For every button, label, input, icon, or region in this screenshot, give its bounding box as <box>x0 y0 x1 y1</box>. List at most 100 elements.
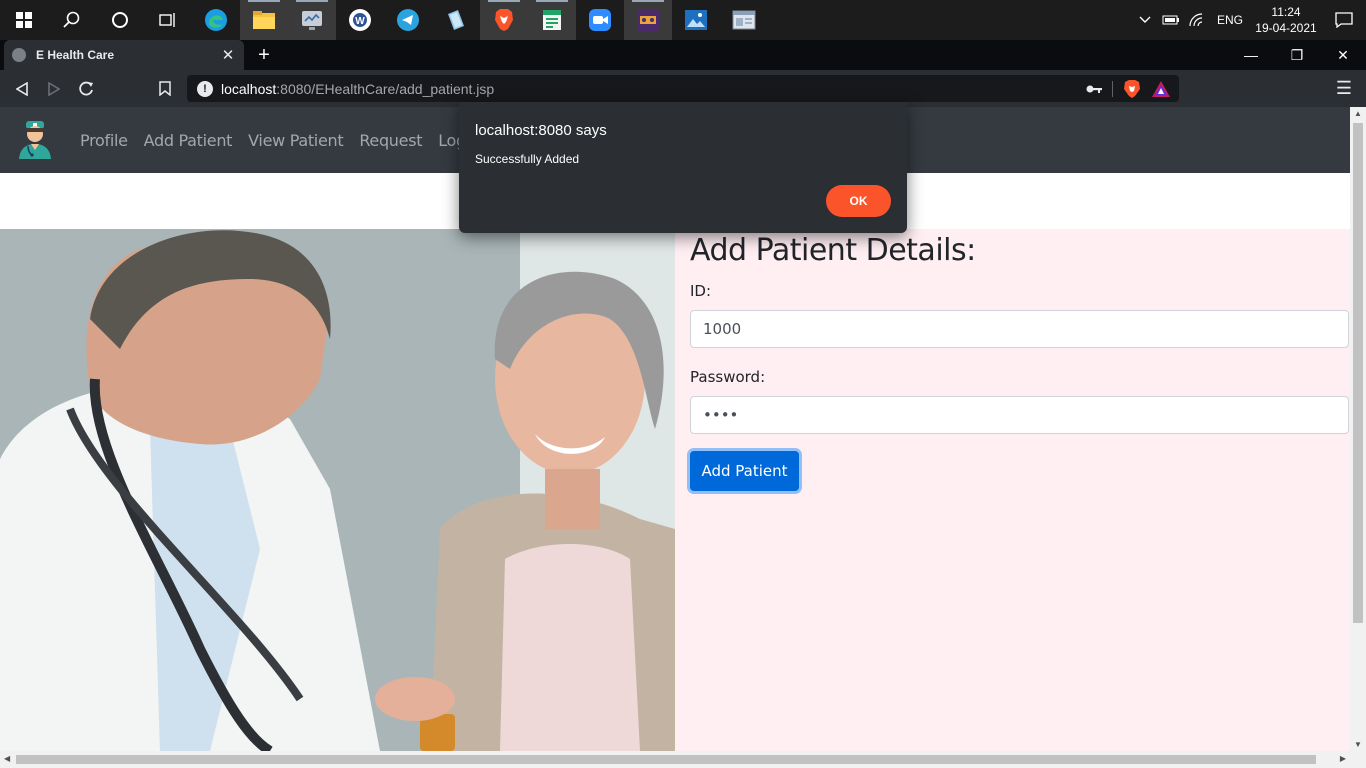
battery-icon <box>1162 15 1179 25</box>
zoom-icon <box>589 9 611 31</box>
app-w-icon: W <box>349 9 371 31</box>
notepad-icon <box>448 10 464 30</box>
language-indicator[interactable]: ENG <box>1210 0 1250 40</box>
id-input[interactable]: 1000 <box>690 310 1349 348</box>
taskbar-edge[interactable] <box>192 0 240 40</box>
telegram-icon <box>397 9 419 31</box>
restore-button[interactable]: ❐ <box>1274 40 1320 70</box>
taskbar-notepad[interactable] <box>432 0 480 40</box>
nav-link-profile[interactable]: Profile <box>80 131 128 150</box>
password-input[interactable]: •••• <box>690 396 1349 434</box>
taskbar-telegram[interactable] <box>384 0 432 40</box>
battery-button[interactable] <box>1158 0 1184 40</box>
add-patient-button[interactable]: Add Patient <box>690 451 799 491</box>
dialog-message: Successfully Added <box>475 152 580 166</box>
forward-arrow-icon <box>48 81 60 96</box>
photos-icon <box>685 10 707 30</box>
active-indicator <box>248 0 280 2</box>
address-bar-actions <box>1086 75 1171 102</box>
separator <box>1112 80 1113 97</box>
site-info-icon[interactable]: ! <box>197 80 213 97</box>
taskbar-window-app[interactable] <box>720 0 768 40</box>
new-tab-button[interactable]: + <box>252 43 276 67</box>
active-indicator <box>488 0 520 2</box>
vertical-scroll-thumb[interactable] <box>1353 123 1363 623</box>
active-indicator <box>296 0 328 2</box>
notification-icon <box>1335 12 1353 28</box>
doctor-avatar-icon[interactable] <box>16 119 56 161</box>
cortana-icon <box>112 12 128 28</box>
dialog-title: localhost:8080 says <box>475 122 607 139</box>
task-view-button[interactable] <box>144 0 192 40</box>
active-indicator <box>632 0 664 2</box>
password-label: Password: <box>690 368 766 386</box>
folder-icon <box>253 11 275 29</box>
chevron-up-icon <box>1139 16 1151 23</box>
taskbar-system-monitor[interactable] <box>288 0 336 40</box>
search-button[interactable] <box>48 0 96 40</box>
clock-date: 19-04-2021 <box>1255 21 1317 35</box>
system-tray: ENG 11:24 19-04-2021 <box>1132 0 1366 40</box>
scroll-up-icon[interactable]: ▲ <box>1354 109 1362 118</box>
back-button[interactable] <box>6 73 38 105</box>
bookmark-button[interactable] <box>149 73 181 105</box>
active-indicator <box>536 0 568 2</box>
sheets-icon <box>543 10 561 30</box>
tab-close-icon[interactable]: ✕ <box>220 47 236 64</box>
taskbar-zoom[interactable] <box>576 0 624 40</box>
windows-taskbar: W ENG 11:24 19-04-2021 <box>0 0 1366 40</box>
window-controls: — ❐ ✕ <box>1228 40 1366 70</box>
clock-time: 11:24 <box>1271 5 1301 19</box>
nav-link-request[interactable]: Request <box>359 131 422 150</box>
wifi-icon <box>1189 13 1203 27</box>
taskbar-sheets[interactable] <box>528 0 576 40</box>
nav-link-add-patient[interactable]: Add Patient <box>144 131 233 150</box>
taskbar-file-explorer[interactable] <box>240 0 288 40</box>
add-patient-form: Add Patient Details: ID: 1000 Password: … <box>675 229 1350 751</box>
form-heading: Add Patient Details: <box>690 233 976 268</box>
taskbar-clock[interactable]: 11:24 19-04-2021 <box>1250 4 1322 36</box>
browser-menu-icon[interactable]: ☰ <box>1332 70 1356 107</box>
taskbar-brave[interactable] <box>480 0 528 40</box>
tab-title: E Health Care <box>36 48 115 62</box>
reload-icon <box>79 81 93 95</box>
url-host: localhost <box>221 80 277 97</box>
svg-text:W: W <box>355 16 365 27</box>
nav-link-view-patient[interactable]: View Patient <box>248 131 343 150</box>
scroll-left-icon[interactable]: ◀ <box>4 754 10 763</box>
taskbar-photos[interactable] <box>672 0 720 40</box>
wifi-button[interactable] <box>1184 0 1210 40</box>
horizontal-scroll-thumb[interactable] <box>16 755 1316 764</box>
horizontal-scrollbar[interactable]: ◀ ▶ <box>0 751 1366 768</box>
windows-start-button[interactable] <box>0 0 48 40</box>
reload-button[interactable] <box>70 73 102 105</box>
close-window-button[interactable]: ✕ <box>1320 40 1366 70</box>
search-icon <box>63 11 80 28</box>
browser-tab-strip: E Health Care ✕ + — ❐ ✕ <box>0 40 1366 70</box>
brave-shields-icon[interactable] <box>1123 79 1141 99</box>
scroll-right-icon[interactable]: ▶ <box>1340 754 1346 763</box>
task-view-icon <box>159 13 175 27</box>
forward-button[interactable] <box>38 73 70 105</box>
window-app-icon <box>732 10 756 30</box>
key-icon[interactable] <box>1086 84 1102 94</box>
vertical-scrollbar[interactable]: ▲ ▼ <box>1350 107 1366 751</box>
dialog-ok-button[interactable]: OK <box>826 185 891 217</box>
id-label: ID: <box>690 282 712 300</box>
bookmark-icon <box>159 81 171 96</box>
brave-rewards-icon[interactable] <box>1151 80 1171 98</box>
taskbar-app-w[interactable]: W <box>336 0 384 40</box>
minimize-button[interactable]: — <box>1228 40 1274 70</box>
browser-tab[interactable]: E Health Care ✕ <box>4 40 244 70</box>
back-arrow-icon <box>16 81 28 96</box>
taskbar-game-app[interactable] <box>624 0 672 40</box>
windows-logo-icon <box>16 12 32 28</box>
doctor-patient-image <box>0 229 675 751</box>
scroll-down-icon[interactable]: ▼ <box>1354 740 1362 749</box>
notification-center-button[interactable] <box>1322 0 1366 40</box>
cortana-button[interactable] <box>96 0 144 40</box>
alert-dialog: localhost:8080 says Successfully Added O… <box>459 102 907 233</box>
edge-icon <box>205 9 227 31</box>
show-hidden-icons-button[interactable] <box>1132 0 1158 40</box>
address-bar[interactable]: ! localhost:8080/EHealthCare/add_patient… <box>187 75 1179 102</box>
